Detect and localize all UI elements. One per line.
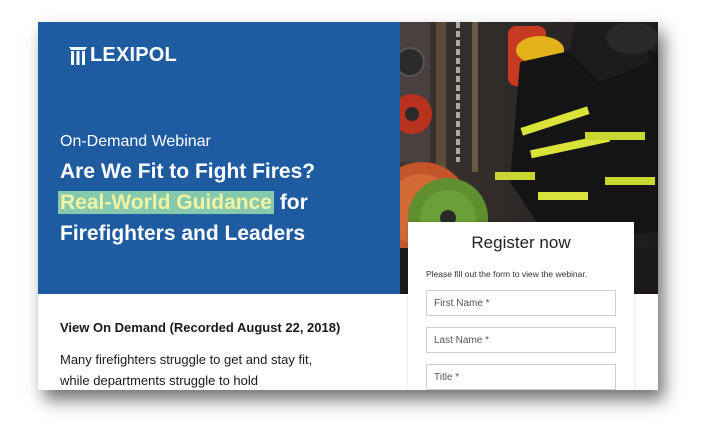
page-title: Are We Fit to Fight Fires? Real-World Gu… — [58, 156, 390, 249]
title-after-highlight: for — [273, 191, 308, 214]
title-line-3: Firefighters and Leaders — [60, 222, 306, 245]
form-title: Register now — [471, 233, 571, 252]
title-line-1: Are We Fit to Fight Fires? — [60, 160, 316, 183]
registration-form: Register now Please fill out the form to… — [408, 222, 634, 390]
first-name-field[interactable] — [426, 290, 616, 316]
last-name-field[interactable] — [426, 327, 616, 353]
recording-date-heading: View On Demand (Recorded August 22, 2018… — [60, 320, 341, 335]
brand-name: LEXIPOL — [90, 44, 177, 66]
webinar-eyebrow: On-Demand Webinar — [60, 133, 211, 150]
form-description: Please fill out the form to view the web… — [426, 269, 588, 279]
description-paragraph: Many firefighters struggle to get and st… — [60, 352, 313, 388]
column-icon — [69, 46, 87, 65]
title-field[interactable] — [426, 364, 616, 390]
webinar-landing-page: LEXIPOL On-Demand Webinar Are We Fit to … — [38, 22, 658, 390]
hero-banner: LEXIPOL On-Demand Webinar Are We Fit to … — [38, 22, 400, 294]
title-highlight: Real-World Guidance — [58, 191, 274, 214]
brand-logo[interactable]: LEXIPOL — [68, 44, 177, 67]
webinar-description: View On Demand (Recorded August 22, 2018… — [60, 320, 390, 390]
